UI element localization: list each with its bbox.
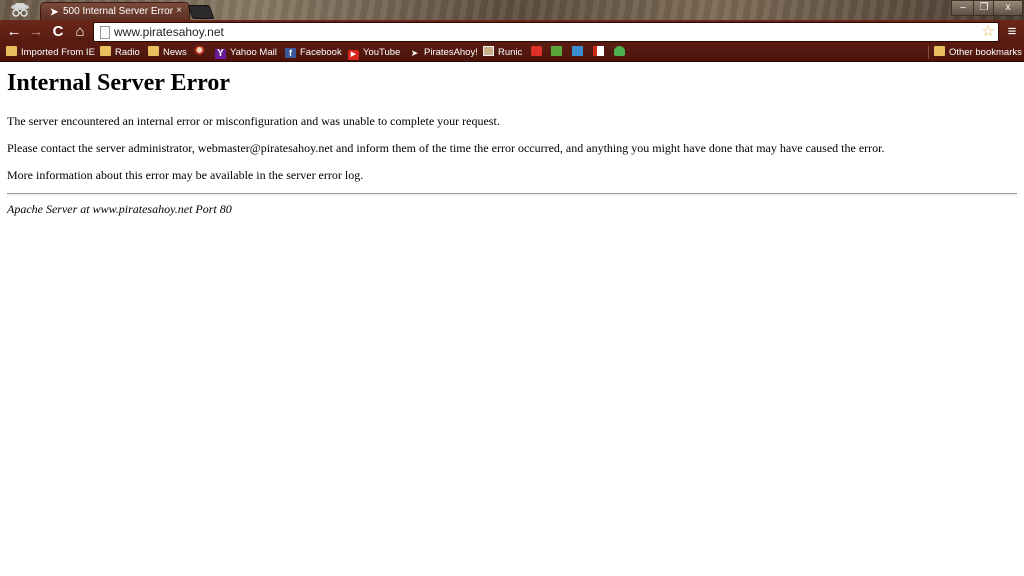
bookmark-imported-from-ie[interactable]: Imported From IE — [6, 45, 95, 60]
bookmark-yahoo-mail[interactable]: Y Yahoo Mail — [215, 45, 277, 60]
green-app-icon — [551, 46, 562, 56]
youtube-icon: ▶ — [348, 50, 359, 60]
bookmark-facebook[interactable]: f Facebook — [285, 45, 342, 60]
folder-icon — [6, 46, 17, 56]
page-content: Internal Server Error The server encount… — [0, 62, 1024, 576]
maximize-button[interactable]: ❐ — [973, 0, 995, 16]
incognito-icon — [11, 3, 29, 17]
red-app-icon — [531, 46, 542, 56]
piratesahoy-icon: ➤ — [410, 48, 419, 58]
contact-admin-text: Please contact the server administrator,… — [7, 141, 885, 155]
bookmark-label: Yahoo Mail — [230, 47, 277, 58]
folder-icon — [100, 46, 111, 56]
bookmark-label: Runic — [498, 47, 523, 58]
bookmark-radio[interactable]: Radio — [100, 45, 140, 60]
piratesahoy-favicon-icon: ➤ — [50, 7, 59, 18]
bookmark-icon-2[interactable] — [551, 45, 566, 60]
bookmark-label: Imported From IE — [21, 47, 95, 58]
other-bookmarks[interactable]: Other bookmarks — [934, 45, 1022, 60]
error-log-text: More information about this error may be… — [7, 168, 364, 182]
url-text[interactable]: www.piratesahoy.net — [114, 25, 224, 39]
runic-icon — [483, 46, 494, 56]
bookmark-icon-4[interactable] — [593, 45, 608, 60]
page-icon — [100, 26, 110, 39]
address-bar[interactable]: www.piratesahoy.net ☆ — [93, 22, 999, 42]
new-tab-button[interactable] — [187, 5, 215, 19]
bookmark-icon-3[interactable] — [572, 45, 587, 60]
bookmark-label: YouTube — [363, 47, 401, 58]
bookmark-label: News — [163, 47, 187, 58]
bookmark-label: Facebook — [300, 47, 342, 58]
bookmarks-separator — [928, 46, 929, 59]
bookmark-label: Radio — [115, 47, 140, 58]
minimize-button[interactable]: – — [951, 0, 975, 16]
bookmark-runic[interactable]: Runic — [483, 45, 522, 60]
gmail-icon — [593, 46, 604, 56]
reload-button[interactable]: C — [49, 23, 67, 41]
bookmark-youtube[interactable]: ▶ YouTube — [348, 45, 400, 60]
tab-title: 500 Internal Server Error — [63, 6, 174, 17]
server-signature: Apache Server at www.piratesahoy.net Por… — [7, 202, 232, 216]
bookmark-piratesahoy[interactable]: ➤ PiratesAhoy! — [409, 45, 478, 60]
bookmark-icon-1[interactable] — [531, 45, 546, 60]
folder-icon — [934, 46, 945, 56]
forward-button[interactable]: → — [27, 23, 45, 41]
tab-close-icon[interactable]: × — [176, 5, 182, 16]
bookmarks-bar: Imported From IE Radio News Y Yahoo Mail … — [0, 44, 1024, 62]
menu-icon[interactable]: ≡ — [1003, 23, 1021, 41]
error-description: The server encountered an internal error… — [7, 114, 500, 128]
title-bar: ➤ 500 Internal Server Error × – ❐ x — [0, 0, 1024, 20]
bookmark-label: PiratesAhoy! — [424, 47, 478, 58]
tab-active[interactable]: ➤ 500 Internal Server Error × — [40, 2, 190, 20]
home-button[interactable]: ⌂ — [71, 23, 89, 41]
folder-icon — [148, 46, 159, 56]
back-button[interactable]: ← — [5, 23, 23, 41]
facebook-icon: f — [285, 48, 296, 58]
bookmark-star-icon[interactable]: ☆ — [982, 23, 995, 40]
yahoo-icon: Y — [215, 49, 226, 59]
green-leaf-icon — [614, 46, 625, 56]
other-bookmarks-label: Other bookmarks — [949, 47, 1022, 58]
bookmark-news[interactable]: News — [148, 45, 187, 60]
bookmark-pirate[interactable] — [194, 45, 209, 60]
page-title: Internal Server Error — [7, 70, 231, 96]
divider — [7, 193, 1017, 195]
bookmark-icon-5[interactable] — [614, 45, 629, 60]
translate-icon — [572, 46, 583, 56]
close-window-button[interactable]: x — [993, 0, 1023, 16]
pirate-favicon-icon — [194, 46, 205, 56]
browser-toolbar: ← → C ⌂ www.piratesahoy.net ☆ ≡ — [0, 20, 1024, 44]
